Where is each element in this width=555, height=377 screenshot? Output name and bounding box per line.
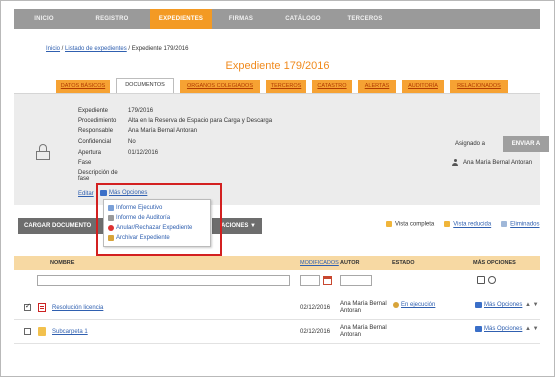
table-header: NOMBRE MODIFICADOS AUTOR ESTADO MÁS OPCI…: [14, 256, 540, 270]
col-name-header[interactable]: NOMBRE: [50, 260, 74, 266]
highlight-box: [96, 183, 222, 256]
row-status-link[interactable]: En ejecución: [393, 302, 435, 308]
row-reorder-arrows[interactable]: ▲ ▼: [525, 302, 539, 308]
view-full-option[interactable]: Vista completa: [386, 221, 434, 228]
row-more-label: Más Opciones: [484, 302, 523, 308]
col-status-header: ESTADO: [392, 260, 415, 266]
calendar-icon[interactable]: [323, 276, 332, 285]
lock-icon: [36, 144, 50, 160]
row-more-options[interactable]: Más Opciones: [475, 326, 522, 332]
field-descripcion-fase: Descripción de fase: [78, 170, 118, 182]
row-name-link[interactable]: Subcarpeta 1: [52, 329, 88, 335]
pdf-file-icon: [38, 303, 46, 312]
view-reduced-label: Vista reducida: [453, 221, 492, 228]
status-icon: [393, 302, 399, 308]
refresh-icon[interactable]: [488, 276, 496, 284]
tab-documentos[interactable]: DOCUMENTOS: [116, 78, 174, 93]
view-options: Vista completa Vista reducida Eliminados: [386, 221, 540, 228]
field-label: Responsable: [78, 128, 114, 134]
reduced-view-icon: [444, 221, 451, 227]
field-value: 179/2016: [128, 108, 154, 114]
row-status-label: En ejecución: [401, 302, 436, 308]
field-label: Descripción de fase: [78, 170, 118, 182]
field-label: Apertura: [78, 150, 102, 156]
select-columns-icon[interactable]: [477, 276, 485, 284]
author-line1: Ana María Bernal: [340, 301, 387, 307]
tab-auditoria[interactable]: AUDITORÍA: [402, 80, 444, 93]
top-navigation: INICIO REGISTRO EXPEDIENTES FIRMAS CATÁL…: [14, 9, 540, 29]
table-tools: [477, 276, 496, 284]
table-row[interactable]: Subcarpeta 1 02/12/2016 Ana María Bernal…: [14, 320, 540, 344]
field-value: Ana María Bernal Antoran: [128, 128, 198, 134]
user-icon: [452, 159, 458, 166]
folder-icon: [38, 327, 46, 336]
col-author-header: AUTOR: [340, 260, 360, 266]
author-filter-input[interactable]: [340, 275, 372, 286]
author-line1: Ana María Bernal: [340, 325, 387, 331]
tab-terceros[interactable]: TERCEROS: [266, 80, 306, 93]
page-title: Expediente 179/2016: [225, 60, 330, 72]
tab-organos-colegiados[interactable]: ORGANOS COLEGIADOS: [180, 80, 260, 93]
col-modified-header[interactable]: MODIFICADOS: [300, 260, 339, 266]
row-name-link[interactable]: Resolución licencia: [52, 305, 103, 311]
view-full-label: Vista completa: [395, 221, 435, 228]
field-label: Confidencial: [78, 139, 112, 145]
row-author: Ana María Bernal Antoran: [340, 325, 387, 339]
upload-document-button[interactable]: CARGAR DOCUMENTO: [18, 218, 106, 234]
field-label: Procedimiento: [78, 118, 117, 124]
row-date: 02/12/2016: [300, 305, 331, 311]
nav-firmas[interactable]: FIRMAS: [212, 9, 270, 29]
name-filter-input[interactable]: [37, 275, 290, 286]
row-reorder-arrows[interactable]: ▲ ▼: [525, 326, 539, 332]
breadcrumb-listado-link[interactable]: Listado de expedientes: [65, 46, 127, 52]
author-line2: Antoran: [340, 308, 362, 314]
tab-datos-basicos[interactable]: DATOS BÁSICOS: [56, 80, 110, 93]
col-more-header: MÁS OPCIONES: [473, 260, 516, 266]
tab-relacionados[interactable]: RELACIONADOS: [450, 80, 508, 93]
row-date: 02/12/2016: [300, 329, 331, 335]
table-row[interactable]: Resolución licencia 02/12/2016 Ana María…: [14, 296, 540, 320]
row-more-options[interactable]: Más Opciones: [475, 302, 522, 308]
view-reduced-option[interactable]: Vista reducida: [444, 221, 491, 228]
nav-catalogo[interactable]: CATÁLOGO: [270, 9, 336, 29]
full-view-icon: [386, 221, 392, 227]
date-filter-input[interactable]: [300, 275, 320, 286]
field-value: Alta en la Reserva de Espacio para Carga…: [128, 118, 273, 124]
list-icon: [475, 302, 482, 308]
deleted-option[interactable]: Eliminados: [501, 221, 540, 228]
deleted-label: Eliminados: [510, 221, 540, 228]
row-checkbox[interactable]: [24, 328, 31, 335]
trash-icon: [501, 221, 508, 227]
send-to-button[interactable]: ENVIAR A: [503, 136, 549, 152]
field-value: No: [128, 139, 136, 145]
field-label: Expediente: [78, 108, 109, 114]
assigned-to-label: Asignado a: [455, 141, 486, 147]
breadcrumb-current: / Expediente 179/2016: [126, 46, 189, 52]
tab-catastro[interactable]: CATASTRO: [312, 80, 352, 93]
nav-terceros[interactable]: TERCEROS: [336, 9, 394, 29]
edit-link[interactable]: Editar: [78, 191, 94, 197]
tab-alertas[interactable]: ALERTAS: [358, 80, 396, 93]
row-author: Ana María Bernal Antoran: [340, 301, 387, 315]
author-line2: Antoran: [340, 332, 362, 338]
breadcrumb: Inicio / Listado de expedientes / Expedi…: [46, 46, 188, 52]
list-icon: [475, 326, 482, 332]
field-label: Fase: [78, 160, 92, 166]
nav-inicio[interactable]: INICIO: [14, 9, 74, 29]
filter-row: [14, 272, 540, 290]
nav-expedientes[interactable]: EXPEDIENTES: [150, 9, 212, 29]
breadcrumb-inicio-link[interactable]: Inicio: [46, 46, 60, 52]
row-more-label: Más Opciones: [484, 326, 523, 332]
nav-registro[interactable]: REGISTRO: [74, 9, 150, 29]
row-checkbox[interactable]: [24, 302, 31, 311]
assignee-name: Ana María Bernal Antoran: [463, 159, 533, 166]
field-value: 01/12/2016: [128, 150, 159, 156]
assignee: Ana María Bernal Antoran: [452, 159, 532, 166]
